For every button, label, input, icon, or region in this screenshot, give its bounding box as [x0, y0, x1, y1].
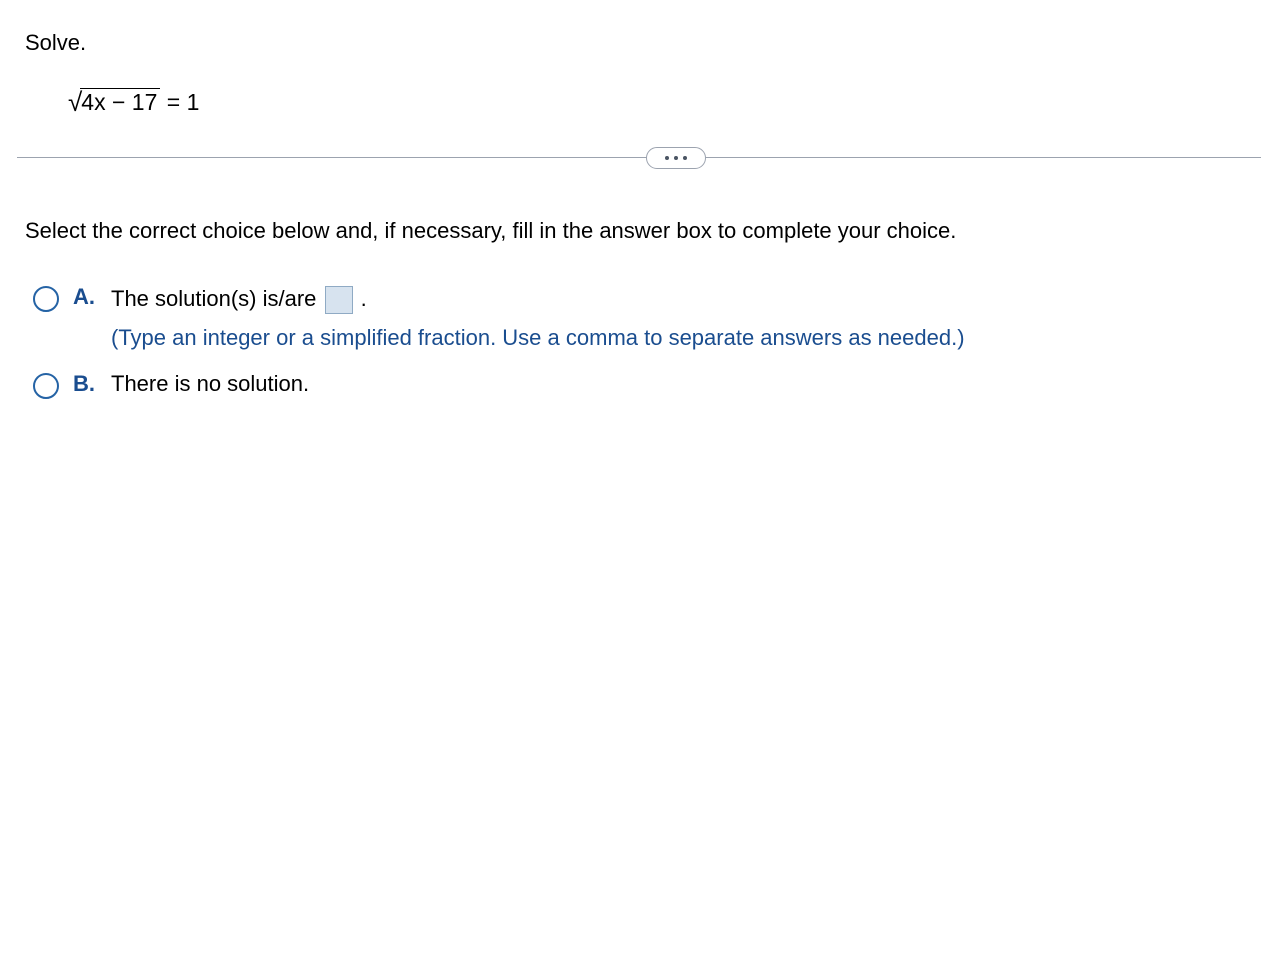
choice-a-hint: (Type an integer or a simplified fractio…: [111, 325, 1253, 351]
radicand: 4x − 17: [80, 88, 160, 116]
problem-title: Solve.: [25, 30, 1253, 56]
choice-b: B. There is no solution.: [33, 371, 1253, 399]
radio-a[interactable]: [33, 286, 59, 312]
radio-b[interactable]: [33, 373, 59, 399]
divider-line: [17, 157, 1261, 158]
choice-a-letter: A.: [73, 284, 97, 310]
choice-a: A. The solution(s) is/are . (Type an int…: [33, 284, 1253, 351]
section-divider: [17, 157, 1261, 158]
choice-b-letter: B.: [73, 371, 97, 397]
choice-b-text: There is no solution.: [111, 371, 309, 396]
equation-rhs: = 1: [160, 89, 199, 115]
selection-instruction: Select the correct choice below and, if …: [25, 218, 1253, 244]
ellipsis-icon[interactable]: [646, 147, 706, 169]
choice-a-text-after: .: [355, 286, 367, 311]
choice-list: A. The solution(s) is/are . (Type an int…: [25, 284, 1253, 399]
equation: 4x − 17 = 1: [65, 86, 1253, 117]
sqrt-symbol: 4x − 17: [65, 86, 160, 117]
choice-a-text-before: The solution(s) is/are: [111, 286, 323, 311]
answer-input-a[interactable]: [325, 286, 353, 314]
